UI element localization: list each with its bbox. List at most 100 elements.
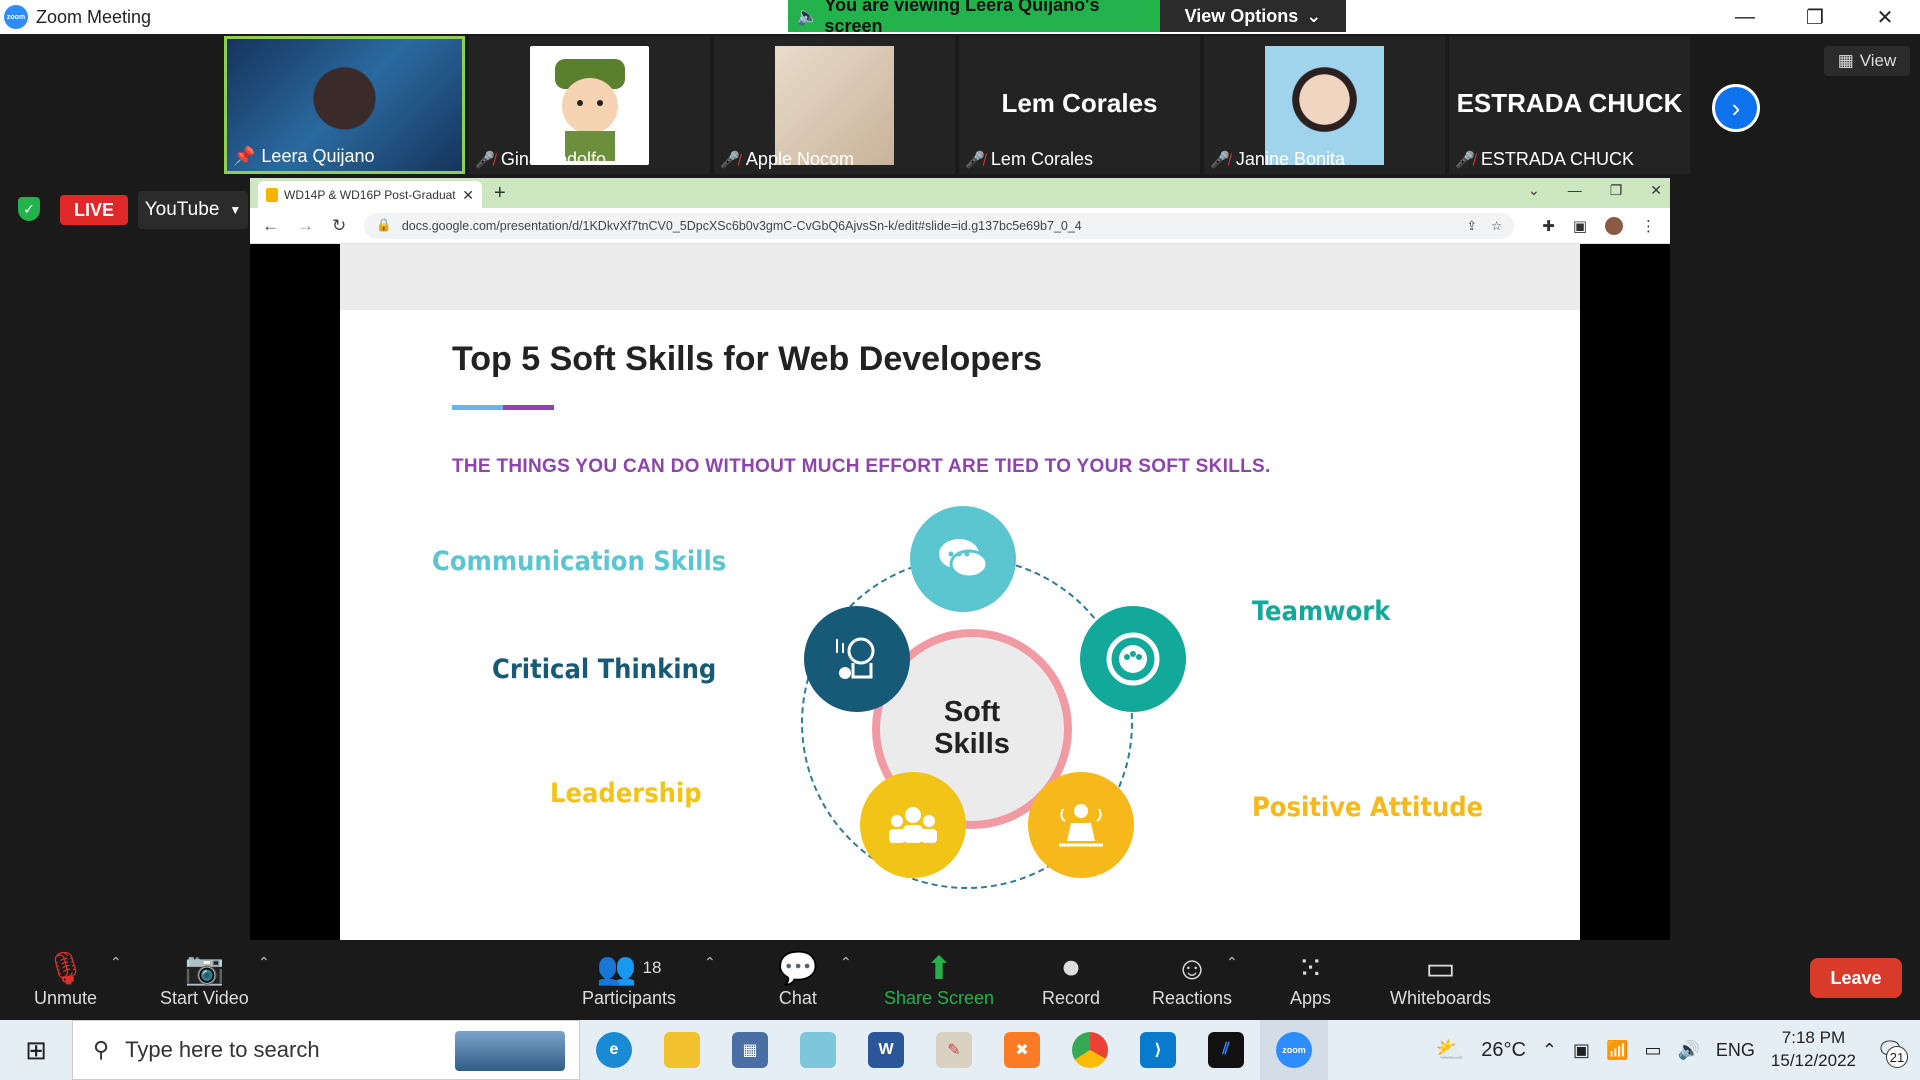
- skill-label-positive-attitude: Positive Attitude: [1252, 792, 1484, 823]
- bookmark-star-icon[interactable]: ☆: [1491, 218, 1502, 233]
- chat-button[interactable]: 💬 Chat: [778, 948, 818, 1009]
- live-platform-dropdown[interactable]: YouTube ▼: [138, 191, 248, 229]
- meet-now-icon[interactable]: ▣: [1573, 1040, 1590, 1061]
- share-screen-button[interactable]: ⬆ Share Screen: [884, 948, 994, 1009]
- live-badge[interactable]: LIVE: [60, 195, 128, 225]
- participant-name: Gina Rodolfo: [500, 149, 606, 169]
- vscode-icon[interactable]: ⟩: [1124, 1020, 1192, 1080]
- browser-address-bar: ← → ↻ 🔒 docs.google.com/presentation/d/1…: [250, 208, 1670, 244]
- side-panel-icon[interactable]: ▣: [1573, 217, 1587, 235]
- security-shield-icon[interactable]: ✓: [18, 197, 40, 221]
- chat-bubbles-icon: [910, 506, 1016, 612]
- video-off-icon: 📷: [184, 950, 225, 986]
- paint-icon[interactable]: ✎: [920, 1020, 988, 1080]
- browser-tab[interactable]: WD14P & WD16P Post-Graduati ✕: [258, 181, 482, 209]
- taskbar-search[interactable]: ⚲ Type here to search: [72, 1020, 580, 1080]
- tab-search-icon[interactable]: ⌄: [1528, 182, 1540, 199]
- extensions-icon[interactable]: ✚: [1542, 217, 1555, 235]
- view-options-button[interactable]: View Options ⌄: [1160, 0, 1346, 32]
- participant-tile[interactable]: 📌 Leera Quijano: [224, 36, 465, 174]
- whiteboards-button[interactable]: ▭ Whiteboards: [1390, 948, 1491, 1009]
- view-options-label: View Options: [1184, 5, 1299, 26]
- unmute-button[interactable]: 🎙 Unmute: [34, 948, 97, 1009]
- zoom-logo-icon: zoom: [4, 5, 28, 29]
- weather-cloud-icon[interactable]: ⛅: [1435, 1036, 1465, 1065]
- zoom-taskbar-icon[interactable]: zoom: [1260, 1020, 1328, 1080]
- slide-subtitle: THE THINGS YOU CAN DO WITHOUT MUCH EFFOR…: [452, 456, 1271, 477]
- participant-name: ESTRADA CHUCK: [1480, 149, 1634, 169]
- xampp-icon[interactable]: ✖: [988, 1020, 1056, 1080]
- temperature[interactable]: 26°C: [1481, 1039, 1526, 1062]
- volume-icon[interactable]: 🔊: [1677, 1040, 1699, 1061]
- share-icon[interactable]: ⇪: [1467, 218, 1477, 233]
- windows-start-icon[interactable]: ⊞: [0, 1020, 72, 1080]
- leave-button[interactable]: Leave: [1810, 958, 1902, 998]
- chevron-up-icon[interactable]: ⌃: [1542, 1040, 1557, 1061]
- wifi-icon[interactable]: 📶: [1606, 1040, 1628, 1061]
- participant-avatar: [775, 46, 894, 165]
- participant-count: 18: [642, 958, 662, 977]
- browser-minimize-icon[interactable]: —: [1568, 182, 1582, 199]
- slide-canvas: Top 5 Soft Skills for Web Developers THE…: [340, 244, 1580, 940]
- more-menu-icon[interactable]: ⋮: [1641, 217, 1656, 235]
- forward-icon[interactable]: →: [297, 216, 314, 236]
- record-button[interactable]: ⏺ Record: [1042, 948, 1100, 1009]
- back-icon[interactable]: ←: [262, 216, 279, 236]
- muted-mic-icon: 🎙: [45, 950, 86, 986]
- battery-icon[interactable]: ▭: [1644, 1040, 1661, 1061]
- reactions-button[interactable]: ☺ Reactions: [1152, 948, 1232, 1009]
- profile-avatar[interactable]: [1605, 216, 1623, 235]
- notification-center-icon[interactable]: 🗨 21: [1872, 1032, 1908, 1068]
- restore-button[interactable]: ❐: [1780, 0, 1850, 34]
- dark-app-icon[interactable]: ⫽: [1192, 1020, 1260, 1080]
- window-title: Zoom Meeting: [36, 6, 152, 27]
- apps-button[interactable]: ⁙ Apps: [1290, 948, 1331, 1009]
- start-video-button[interactable]: 📷 Start Video: [160, 948, 249, 1009]
- file-explorer-icon[interactable]: [648, 1020, 716, 1080]
- participants-icon: 👥: [596, 950, 637, 986]
- viewing-screen-banner: 🔈 You are viewing Leera Quijano's screen: [788, 0, 1160, 36]
- participants-caret-icon[interactable]: ⌃: [704, 954, 716, 971]
- meditation-person-icon: [1028, 772, 1134, 878]
- skill-label-critical-thinking: Critical Thinking: [492, 654, 717, 685]
- audio-options-caret-icon[interactable]: ⌃: [110, 954, 122, 971]
- view-button[interactable]: ▦ View: [1824, 46, 1910, 76]
- reload-icon[interactable]: ↻: [332, 216, 346, 236]
- next-page-arrow-icon[interactable]: ›: [1712, 84, 1760, 132]
- muted-mic-icon: 🎤̸: [1210, 151, 1230, 169]
- participant-tile[interactable]: ESTRADA CHUCK 🎤̸ ESTRADA CHUCK: [1449, 36, 1690, 174]
- notes-app-icon[interactable]: [784, 1020, 852, 1080]
- calculator-icon[interactable]: ▦: [716, 1020, 784, 1080]
- browser-close-icon[interactable]: ✕: [1650, 182, 1662, 199]
- chat-caret-icon[interactable]: ⌃: [840, 954, 852, 971]
- whiteboards-label: Whiteboards: [1390, 988, 1492, 1008]
- chrome-icon[interactable]: [1056, 1020, 1124, 1080]
- participant-display-name: Lem Corales: [1001, 88, 1158, 118]
- minimize-button[interactable]: —: [1710, 0, 1780, 34]
- browser-restore-icon[interactable]: ❐: [1610, 182, 1623, 199]
- close-tab-icon[interactable]: ✕: [462, 187, 474, 204]
- start-video-label: Start Video: [160, 988, 249, 1008]
- participant-name: Apple Nocom: [745, 149, 854, 169]
- clock[interactable]: 7:18 PM 15/12/2022: [1771, 1027, 1856, 1073]
- participant-tile[interactable]: 🎤̸ Gina Rodolfo: [469, 36, 710, 174]
- participant-tile[interactable]: 🎤̸ Janine Bonita: [1204, 36, 1445, 174]
- reactions-caret-icon[interactable]: ⌃: [1226, 954, 1238, 971]
- video-options-caret-icon[interactable]: ⌃: [258, 954, 270, 971]
- participant-tile[interactable]: 🎤̸ Apple Nocom: [714, 36, 955, 174]
- close-button[interactable]: ✕: [1850, 0, 1920, 34]
- slide-title: Top 5 Soft Skills for Web Developers: [452, 340, 1043, 378]
- new-tab-icon[interactable]: +: [494, 182, 506, 205]
- language-indicator[interactable]: ENG: [1716, 1040, 1755, 1061]
- caret-down-icon: ▼: [229, 203, 242, 217]
- participant-tile[interactable]: Lem Corales 🎤̸ Lem Corales: [959, 36, 1200, 174]
- slide-top-band: [340, 244, 1580, 310]
- tab-title: WD14P & WD16P Post-Graduati: [284, 188, 457, 202]
- word-icon[interactable]: W: [852, 1020, 920, 1080]
- participants-button[interactable]: 👥 18 Participants: [582, 948, 676, 1009]
- participant-name: Janine Bonita: [1235, 149, 1346, 169]
- participant-name: Leera Quijano: [261, 146, 375, 166]
- edge-icon[interactable]: e: [580, 1020, 648, 1080]
- reactions-icon: ☺: [1175, 949, 1209, 986]
- url-field[interactable]: 🔒 docs.google.com/presentation/d/1KDkvXf…: [364, 212, 1515, 239]
